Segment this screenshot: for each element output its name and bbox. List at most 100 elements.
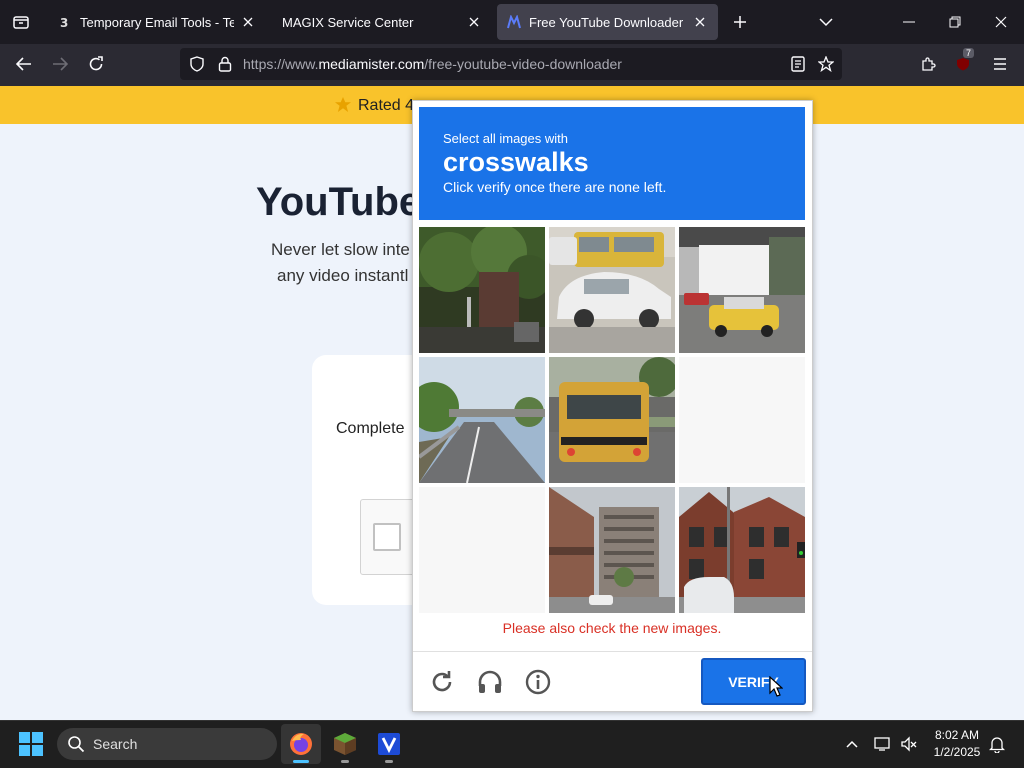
- refresh-icon: [432, 671, 452, 692]
- volume-button[interactable]: [899, 734, 919, 754]
- audio-challenge-button[interactable]: [475, 667, 505, 697]
- url-text[interactable]: https://www.mediamister.com/free-youtube…: [243, 56, 622, 72]
- error-message: Please also check the new images.: [502, 620, 722, 636]
- taskbar-minecraft[interactable]: [325, 724, 365, 764]
- restore-icon: [949, 16, 961, 28]
- firefox-view-button[interactable]: [0, 0, 42, 44]
- tile-apartment-building[interactable]: [549, 487, 675, 613]
- challenge-target-keyword: crosswalks: [443, 147, 589, 177]
- tile-cars-bus[interactable]: [549, 227, 675, 353]
- arrow-right-icon: [53, 57, 68, 71]
- verify-button[interactable]: VERIFY: [701, 658, 806, 705]
- network-status-button[interactable]: [873, 734, 893, 754]
- url-prefix: https://www.: [243, 56, 319, 72]
- footer-divider: [413, 651, 812, 652]
- taskbar-search-box[interactable]: [57, 728, 277, 760]
- new-tab-button[interactable]: [728, 10, 752, 34]
- help-info-button[interactable]: [523, 667, 553, 697]
- tab-title: Free YouTube Downloader | Do: [529, 14, 686, 30]
- tracking-protection-button[interactable]: [183, 50, 211, 78]
- bookmark-star-button[interactable]: [812, 50, 840, 78]
- chevron-down-icon: [819, 18, 833, 27]
- back-button[interactable]: [10, 50, 38, 78]
- challenge-prompt: Select all images with: [443, 131, 568, 146]
- card-instruction-text: Complete: [336, 420, 405, 437]
- tab-title: MAGIX Service Center: [282, 14, 414, 30]
- close-tab-icon[interactable]: [692, 14, 708, 30]
- svg-text:3: 3: [60, 16, 68, 29]
- hero-subtitle-line2: any video instantl: [277, 266, 409, 285]
- tab-title: Temporary Email Tools - Tempo: [80, 14, 234, 30]
- windows-start-icon[interactable]: [18, 731, 44, 757]
- arrow-left-icon: [16, 57, 31, 71]
- url-path: /free-youtube-video-downloader: [424, 56, 622, 72]
- tile-taxi-highway[interactable]: [679, 227, 805, 353]
- tile-school-bus[interactable]: [549, 357, 675, 483]
- running-app-indicator: [385, 760, 393, 763]
- close-tab-icon[interactable]: [240, 14, 256, 30]
- reader-view-icon: [791, 56, 805, 72]
- lock-icon: [218, 56, 232, 72]
- mouse-cursor-icon: [769, 676, 783, 697]
- search-icon: [68, 736, 85, 753]
- chevron-up-icon: [846, 740, 858, 748]
- restore-button[interactable]: [932, 0, 978, 44]
- list-all-tabs-button[interactable]: [814, 10, 838, 34]
- minimize-button[interactable]: [886, 0, 932, 44]
- star-icon: [335, 97, 351, 112]
- reload-button[interactable]: [82, 50, 110, 78]
- taskbar-firefox[interactable]: [281, 724, 321, 764]
- tile-brick-houses[interactable]: [679, 487, 805, 613]
- running-app-indicator: [341, 760, 349, 763]
- hamburger-menu-icon: [994, 58, 1006, 70]
- tile-highway-bridge[interactable]: [419, 357, 545, 483]
- tab-magix-service-center[interactable]: MAGIX Service Center: [272, 4, 492, 40]
- plus-icon: [734, 16, 746, 28]
- star-icon: [818, 56, 834, 72]
- network-icon: [874, 737, 890, 751]
- search-label: Search: [93, 736, 138, 752]
- refresh-challenge-button[interactable]: [427, 667, 457, 697]
- firefox-icon: [290, 733, 312, 755]
- banner-rating-text: Rated 4: [358, 97, 415, 114]
- vegas-app-icon: [378, 733, 400, 755]
- reader-view-button[interactable]: [784, 50, 812, 78]
- firefox-view-icon: [13, 16, 29, 29]
- minimize-icon: [903, 21, 915, 23]
- extensions-button[interactable]: [914, 50, 942, 78]
- tab-youtube-downloader[interactable]: Free YouTube Downloader | Do: [497, 4, 718, 40]
- mediamister-favicon-icon: [507, 15, 521, 29]
- challenge-instruction: Click verify once there are none left.: [443, 179, 667, 195]
- clock-time[interactable]: 8:02 AM: [930, 728, 984, 742]
- close-tab-icon[interactable]: [466, 14, 482, 30]
- tile-trees-street[interactable]: [419, 227, 545, 353]
- headphones-icon: [478, 670, 502, 693]
- active-app-indicator: [293, 760, 309, 763]
- close-icon: [995, 16, 1007, 28]
- tile-blank-loading[interactable]: [679, 357, 805, 483]
- speaker-muted-icon: [901, 736, 917, 752]
- taskbar-vegas[interactable]: [369, 724, 409, 764]
- extension-badge: 7: [963, 48, 975, 58]
- clock-date[interactable]: 1/2/2025: [930, 745, 984, 759]
- notifications-button[interactable]: [987, 734, 1007, 754]
- shield-icon: [190, 56, 204, 72]
- tile-blank-loading[interactable]: [419, 487, 545, 613]
- hero-subtitle-line1: Never let slow inte: [271, 240, 410, 259]
- page-title: YouTube: [256, 180, 422, 224]
- info-icon: [525, 669, 551, 695]
- site-info-button[interactable]: [211, 50, 239, 78]
- show-hidden-icons-button[interactable]: [842, 734, 862, 754]
- url-domain: mediamister.com: [318, 56, 425, 72]
- tab-temporary-email[interactable]: 3 Temporary Email Tools - Tempo: [48, 4, 266, 40]
- temp-email-favicon-icon: 3: [58, 15, 72, 29]
- bell-icon: [989, 737, 1005, 753]
- puzzle-icon: [922, 57, 936, 71]
- close-window-button[interactable]: [978, 0, 1024, 44]
- reload-icon: [89, 56, 103, 71]
- app-menu-button[interactable]: [986, 50, 1014, 78]
- ublock-extension-button[interactable]: 7: [950, 48, 978, 78]
- minecraft-block-icon: [334, 733, 356, 755]
- forward-button[interactable]: [46, 50, 74, 78]
- captcha-checkbox[interactable]: [373, 523, 401, 551]
